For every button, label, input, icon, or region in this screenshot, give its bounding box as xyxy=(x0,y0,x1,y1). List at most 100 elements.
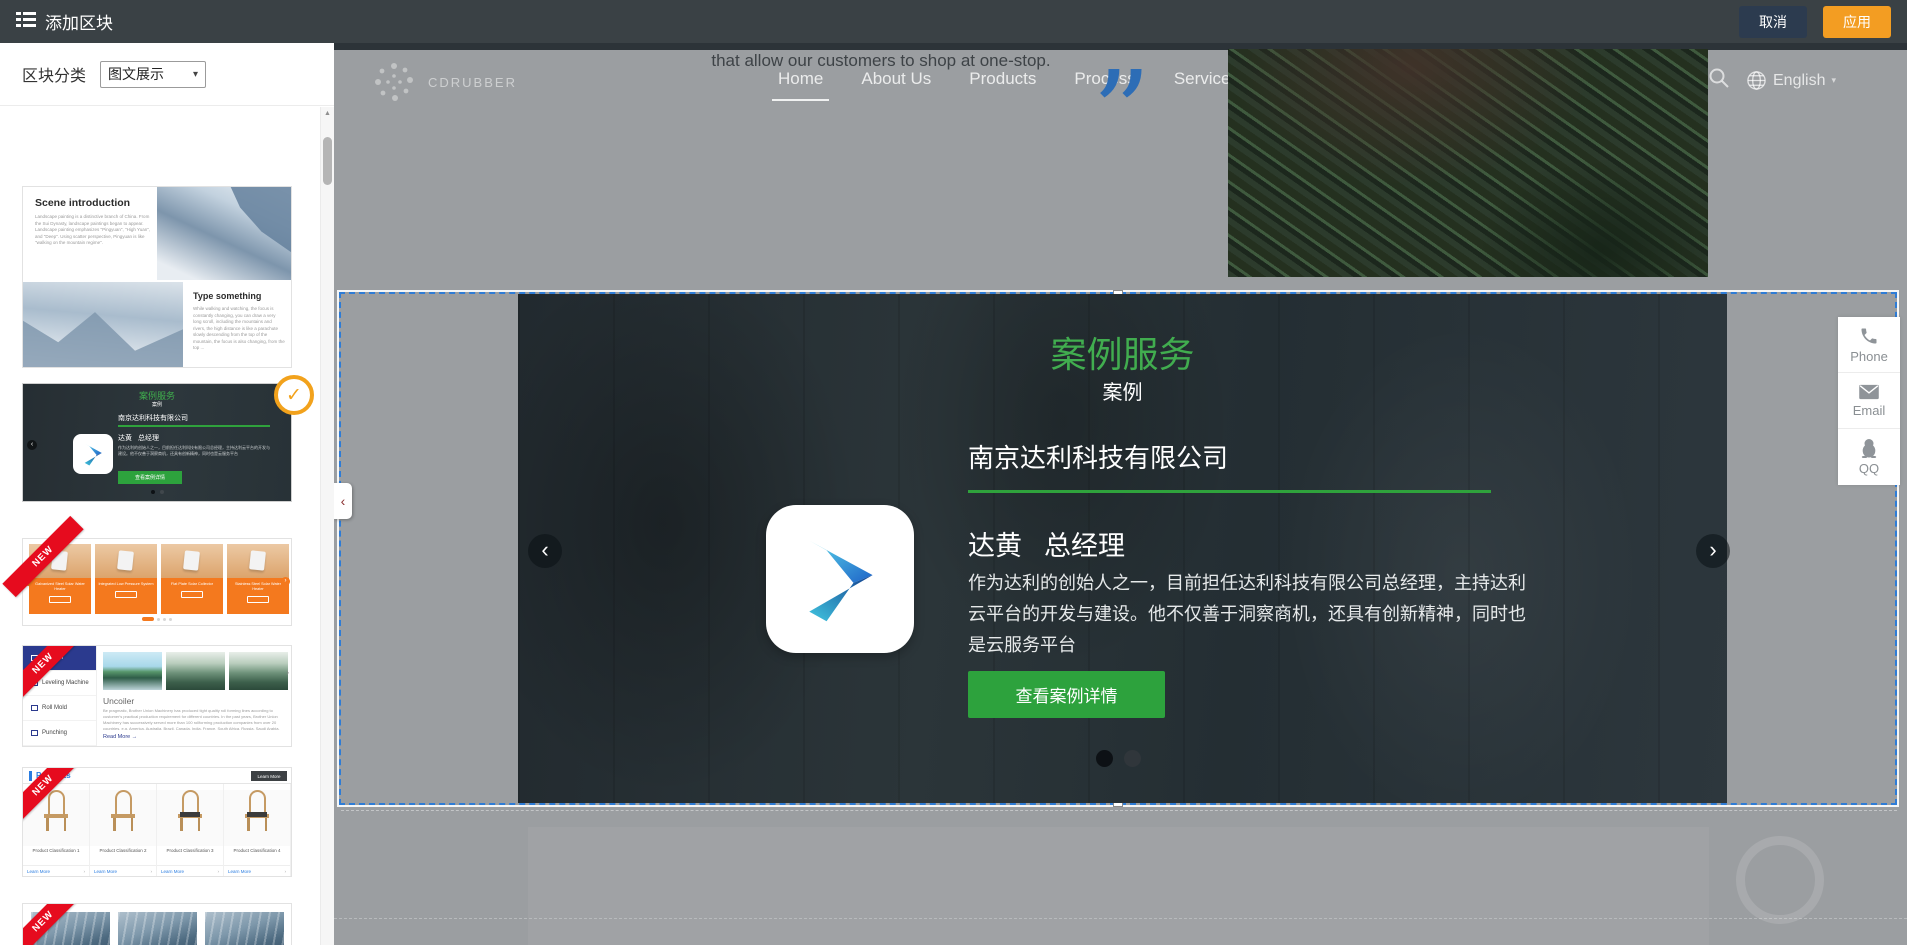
storage-card-row: Storage & LogisticWith the development o… xyxy=(31,912,284,945)
nav-item-service[interactable]: Service xyxy=(1174,69,1231,89)
thumb-title: Scene introduction xyxy=(35,197,130,209)
contact-qq[interactable]: QQ xyxy=(1838,429,1900,485)
cancel-button[interactable]: 取消 xyxy=(1739,6,1807,38)
nav-item-about[interactable]: About Us xyxy=(861,69,931,89)
dots-logo-icon xyxy=(372,60,416,104)
thumb-scene-intro[interactable]: Scene introduction Landscape painting is… xyxy=(22,186,292,368)
thumb-chairs[interactable]: NEW Products Learn More Product Classifi… xyxy=(22,767,292,877)
mini-person: 达黄总经理 xyxy=(118,433,159,443)
contact-email-label: Email xyxy=(1853,403,1886,418)
case-service-carousel: 案例服务 案例 南京达利科技有限公司 xyxy=(518,294,1727,803)
email-icon xyxy=(1858,384,1880,400)
next-block-dashed-line xyxy=(341,810,1897,811)
phone-icon xyxy=(1859,326,1879,346)
mini-button xyxy=(181,591,203,598)
view-case-button[interactable]: 查看案例详情 xyxy=(968,671,1165,718)
chair-card-row: Product Classification 1Learn More› Prod… xyxy=(23,784,291,876)
mini-button xyxy=(115,591,137,598)
globe-icon xyxy=(1746,70,1767,91)
mini-block-subtitle: 案例 xyxy=(23,401,291,408)
site-logo-text: CDRUBBER xyxy=(428,75,517,90)
green-underline xyxy=(968,490,1491,493)
thumb-title2: Type something xyxy=(193,291,261,301)
mini-dots xyxy=(23,617,291,621)
water-heater-photo xyxy=(117,550,134,570)
machinery-photo xyxy=(118,912,197,945)
read-more-link: Read More → xyxy=(103,734,137,740)
mini-prev-arrow-icon: ‹ xyxy=(27,440,37,450)
contact-phone[interactable]: Phone xyxy=(1838,317,1900,373)
mini-next-arrow-icon: › xyxy=(286,668,289,677)
chair-image xyxy=(245,790,269,832)
chevron-down-icon: ▾ xyxy=(193,69,198,80)
landscape-photo xyxy=(229,652,288,690)
product-name: Integrated Low Pressure System xyxy=(95,582,157,587)
thumb-uncoiler[interactable]: NEW Uncoiler Leveling Machine Roll Mold … xyxy=(22,645,292,747)
topbar-actions: 取消 应用 xyxy=(1739,6,1891,38)
watermark-circle xyxy=(1736,836,1824,924)
category-select[interactable]: 图文展示 ▾ xyxy=(100,61,206,88)
mini-company: 南京达利科技有限公司 xyxy=(118,413,188,423)
hero-tagline: that allow our customers to shop at one-… xyxy=(671,51,1091,71)
scroll-up-arrow-icon[interactable]: ▲ xyxy=(321,107,334,121)
mountain-photo xyxy=(157,187,291,280)
contact-phone-label: Phone xyxy=(1850,349,1888,364)
carousel-prev-arrow[interactable]: ‹ xyxy=(528,534,562,568)
machinery-photo xyxy=(205,912,284,945)
nav-icons: English ▾ xyxy=(1708,67,1836,94)
mini-company-logo xyxy=(73,434,113,474)
thumb-body: Be pragmatic, Brother Union Machinery ha… xyxy=(103,708,285,730)
editor-topbar: 添加区块 取消 应用 xyxy=(0,0,1907,43)
product-card-row: Galvanized Steel Solar Water Heater Inte… xyxy=(29,544,289,614)
mini-green-underline xyxy=(118,425,270,427)
site-logo[interactable]: CDRUBBER xyxy=(372,60,517,104)
next-block-dashed-line xyxy=(334,918,1907,919)
product-name: Flat Plate Solar Collector xyxy=(161,582,223,587)
chevron-down-icon: ▾ xyxy=(1831,75,1836,86)
carousel-dot[interactable] xyxy=(1124,750,1141,767)
nav-item-home[interactable]: Home xyxy=(778,69,823,89)
menu-icon xyxy=(31,705,38,711)
sidebar-scrollbar[interactable]: ▲ xyxy=(320,107,334,945)
contact-qq-label: QQ xyxy=(1859,461,1879,476)
chair-image xyxy=(178,790,202,832)
thumb-body2: While walking and watching, the focus is… xyxy=(193,306,285,352)
carousel-dot-active[interactable] xyxy=(1096,750,1113,767)
thumbnail-list: Scene introduction Landscape painting is… xyxy=(0,107,320,945)
landscape-photo xyxy=(166,652,225,690)
chair-image xyxy=(111,790,135,832)
thumb-storage-logistic[interactable]: NEW Storage & LogisticWith the developme… xyxy=(22,903,292,945)
search-icon[interactable] xyxy=(1708,67,1730,94)
thumb-solar-products[interactable]: NEW Galvanized Steel Solar Water Heater … xyxy=(22,538,292,626)
selected-check-icon: ✓ xyxy=(274,375,314,415)
mini-detail-button: 查看案例详情 xyxy=(118,471,182,484)
next-block-region xyxy=(528,827,1709,945)
nav-item-products[interactable]: Products xyxy=(969,69,1036,89)
category-label: 区块分类 xyxy=(22,62,86,86)
product-name: Galvanized Steel Solar Water Heater xyxy=(29,582,91,592)
list-icon xyxy=(16,12,36,32)
carousel-next-arrow[interactable]: › xyxy=(1696,534,1730,568)
apply-button[interactable]: 应用 xyxy=(1823,6,1891,38)
scrollbar-thumb[interactable] xyxy=(323,137,332,185)
site-preview: CDRUBBER that allow our customers to sho… xyxy=(334,43,1907,945)
category-select-value: 图文展示 xyxy=(108,64,164,84)
floating-contact-widget: Phone Email QQ xyxy=(1838,317,1900,485)
thumb-case-service-selected[interactable]: 案例服务 案例 南京达利科技有限公司 xyxy=(22,383,292,502)
sidebar-header: 区块分类 图文展示 ▾ xyxy=(0,43,334,106)
chair-image xyxy=(44,790,68,832)
mini-description: 作为达利的创始人之一，目前担任达利科技有限公司总经理，主持达利云平台的开发与建设… xyxy=(118,445,270,457)
mini-header-button: Learn More xyxy=(251,771,287,781)
contact-email[interactable]: Email xyxy=(1838,373,1900,429)
mini-button xyxy=(247,596,269,603)
rubber-granules-photo xyxy=(1228,49,1708,277)
language-selector[interactable]: English ▾ xyxy=(1746,70,1836,91)
person-description: 作为达利的创始人之一，目前担任达利科技有限公司总经理，主持达利云平台的开发与建设… xyxy=(968,568,1530,661)
water-heater-photo xyxy=(183,550,200,570)
panel-collapse-tab[interactable]: ‹ xyxy=(334,483,352,519)
quote-mark-graphic: ” xyxy=(1092,57,1151,137)
mini-photo-row xyxy=(103,652,288,690)
company-name: 南京达利科技有限公司 xyxy=(968,438,1228,475)
landscape-photo xyxy=(103,652,162,690)
mini-next-arrow-icon: › xyxy=(281,577,290,586)
